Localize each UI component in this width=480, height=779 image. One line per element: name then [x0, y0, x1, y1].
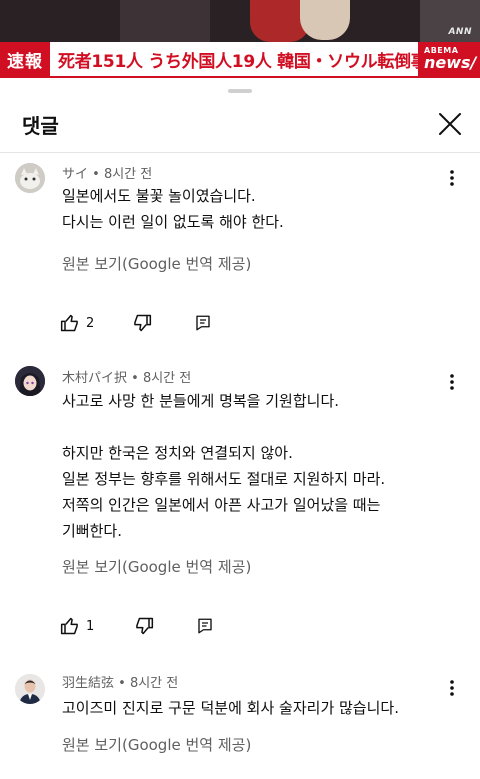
comment-item: 羽生結弦 • 8시간 전 고이즈미 진지로 구문 덕분에 회사 술자리가 많습니… [0, 668, 480, 779]
news-ticker: 速報 死者151人 うち外国人19人 韓国・ソウル転倒事故 ABEMA news… [0, 42, 480, 78]
see-original-link[interactable]: 원본 보기(Google 번역 제공) [62, 253, 251, 274]
avatar[interactable] [15, 163, 45, 193]
see-original-link[interactable]: 원본 보기(Google 번역 제공) [62, 734, 251, 755]
meta-separator: • [127, 371, 143, 386]
comment-meta: 羽生結弦 • 8시간 전 [62, 672, 178, 691]
comment-meta: サイ • 8시간 전 [62, 163, 152, 182]
anime-avatar-icon [15, 366, 45, 396]
comment-line: 다시는 이런 일이 없도록 해야 한다. [62, 213, 284, 231]
video-frame-shape [120, 0, 210, 42]
like-button[interactable]: 1 [60, 616, 94, 636]
meta-separator: • [114, 676, 130, 691]
meta-separator: • [88, 167, 104, 182]
thumbs-up-icon [60, 617, 78, 635]
broadcaster-watermark: ANN [448, 27, 472, 37]
comment-actions: 2 [60, 311, 212, 335]
like-count: 2 [86, 315, 95, 331]
person-avatar-icon [15, 674, 45, 704]
comment-item: サイ • 8시간 전 일본에서도 불꽃 놀이였습니다. 다시는 이런 일이 없도… [0, 160, 480, 340]
like-button[interactable]: 2 [60, 313, 94, 333]
reply-icon [198, 618, 212, 634]
avatar[interactable] [15, 674, 45, 704]
comment-line: 고이즈미 진지로 구문 덕분에 회사 술자리가 많습니다. [62, 699, 399, 717]
comment-text: 고이즈미 진지로 구문 덕분에 회사 술자리가 많습니다. [62, 695, 462, 721]
dislike-button[interactable] [132, 313, 152, 333]
thumbs-down-icon [134, 314, 152, 332]
video-frame-shape [300, 0, 350, 40]
thumbs-down-icon [136, 617, 154, 635]
network-logo: ABEMA news/ [418, 42, 480, 76]
see-original-link[interactable]: 원본 보기(Google 번역 제공) [62, 556, 251, 577]
sheet-title: 댓글 [22, 114, 59, 138]
comment-actions: 1 [60, 614, 214, 638]
comment-line: 저쪽의 인간은 일본에서 아픈 사고가 일어났을 때는 [62, 496, 381, 514]
close-icon [439, 113, 461, 135]
comment-author[interactable]: 木村パイ択 [62, 371, 127, 386]
reply-button[interactable] [194, 314, 212, 332]
comment-meta: 木村パイ択 • 8시간 전 [62, 367, 191, 386]
comment-item: 木村パイ択 • 8시간 전 사고로 사망 한 분들에게 명복을 기원합니다. 하… [0, 362, 480, 662]
comment-author[interactable]: 羽生結弦 [62, 676, 114, 691]
reply-icon [196, 315, 210, 331]
comment-author[interactable]: サイ [62, 167, 88, 182]
comments-sheet: 댓글 サイ • 8시간 전 일본에서도 불꽃 놀이였습니다. 다시는 이런 일이… [0, 80, 480, 779]
comment-text: 일본에서도 불꽃 놀이였습니다. 다시는 이런 일이 없도록 해야 한다. [62, 183, 462, 235]
video-player[interactable]: ANN [0, 0, 480, 42]
thumbs-up-icon [60, 314, 78, 332]
comment-line: 하지만 한국은 정치와 연결되지 않아. [62, 444, 293, 462]
comment-line: 일본에서도 불꽃 놀이였습니다. [62, 187, 256, 205]
cat-avatar-icon [15, 163, 45, 193]
comment-time: 8시간 전 [129, 676, 179, 691]
comment-line [62, 414, 462, 440]
comment-time: 8시간 전 [103, 167, 153, 182]
comment-line: 사고로 사망 한 분들에게 명복을 기원합니다. [62, 392, 340, 410]
avatar[interactable] [15, 366, 45, 396]
more-vertical-icon [450, 680, 454, 696]
breaking-news-label: 速報 [0, 42, 50, 76]
comment-time: 8시간 전 [142, 371, 192, 386]
reply-button[interactable] [196, 617, 214, 635]
comment-line: 기뻐한다. [62, 522, 122, 540]
ticker-headline: 死者151人 うち外国人19人 韓国・ソウル転倒事故 [58, 51, 418, 72]
like-count: 1 [86, 618, 95, 634]
network-logo-bottom: news/ [424, 53, 477, 72]
comment-line: 일본 정부는 향후를 위해서도 절대로 지원하지 마라. [62, 470, 386, 488]
close-button[interactable] [434, 108, 466, 140]
comment-text: 사고로 사망 한 분들에게 명복을 기원합니다. 하지만 한국은 정치와 연결되… [62, 388, 462, 544]
drag-handle[interactable] [228, 89, 252, 93]
dislike-button[interactable] [134, 616, 154, 636]
sheet-header: 댓글 [0, 98, 480, 153]
